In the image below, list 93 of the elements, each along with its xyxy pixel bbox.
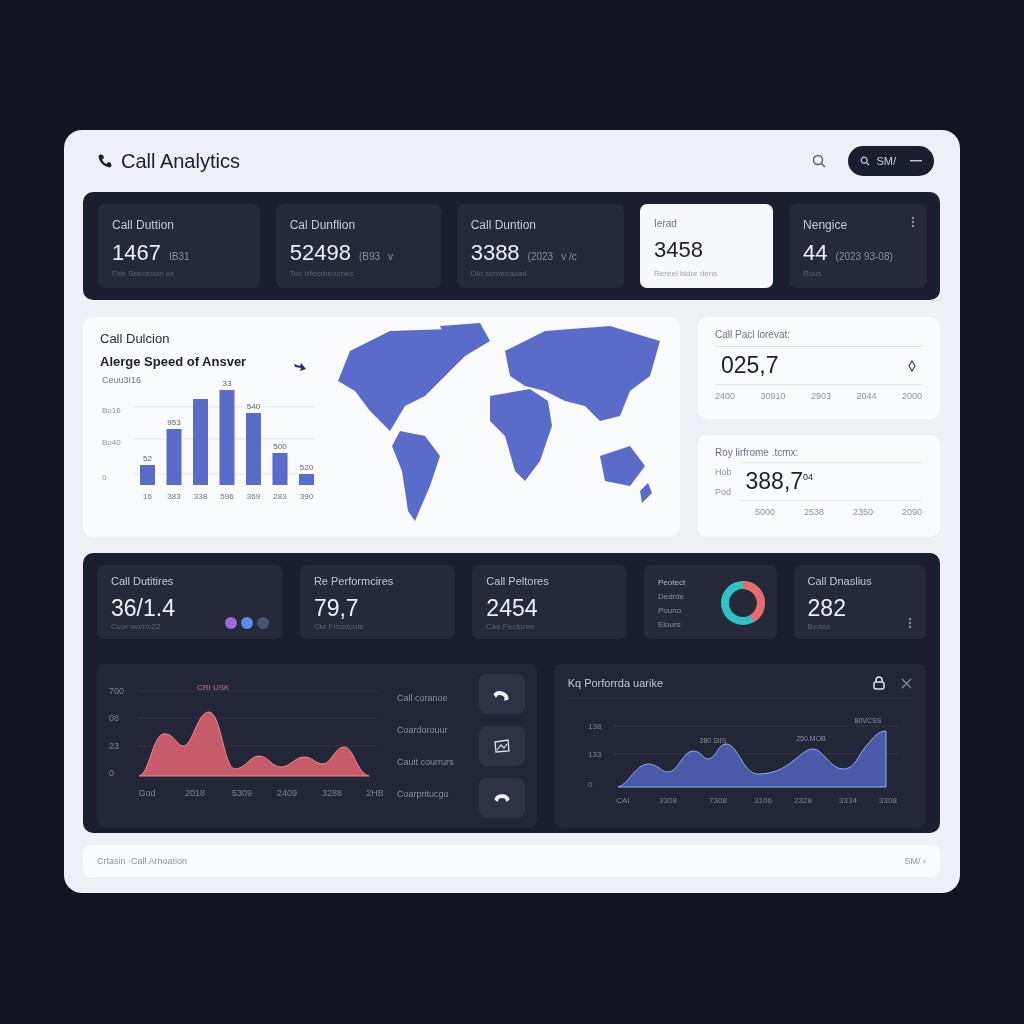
app-title: Call Analytics xyxy=(121,149,240,173)
legend-label: Dedrde xyxy=(658,591,686,601)
axis-tick: 0 xyxy=(109,768,114,778)
axis-label: 2044 xyxy=(856,391,877,401)
legend-label: Cauit courrurs xyxy=(397,757,455,767)
axis-label: 2409 xyxy=(277,788,297,798)
axis-label: 3106 xyxy=(753,796,772,805)
row-label: Pod xyxy=(715,486,732,497)
bar-value-label: 500 xyxy=(273,442,287,451)
kpi-label: Re Performcires xyxy=(313,575,394,587)
axis-label: 383 xyxy=(167,492,181,501)
axis-tick: 138 xyxy=(587,722,601,731)
kpi-value: 79,7 xyxy=(313,595,359,622)
panel-subtitle: Alerge Speed of Ansver xyxy=(100,354,247,369)
trend-text: v xyxy=(388,251,393,262)
stat-value: 3388 xyxy=(470,240,520,266)
panel-title: Call Pacl lorevat: xyxy=(715,329,792,340)
axis-label: CAI xyxy=(615,796,630,805)
stat-label: Call Duntion xyxy=(470,218,537,232)
axis-label: 2090 xyxy=(901,507,922,517)
trend-text: v /c xyxy=(561,251,577,262)
axis-label: 30910 xyxy=(760,391,786,401)
bar-value-label: 953 xyxy=(167,418,181,427)
stat-detail: (B93 xyxy=(358,251,380,262)
panel-title: Call Dulcion xyxy=(100,331,170,346)
axis-tick: Bo16 xyxy=(102,406,121,415)
axis-tick: 133 xyxy=(587,750,601,759)
axis-label: God xyxy=(138,788,156,798)
axis-tick: 0 xyxy=(587,780,593,789)
axis-label: 2018 xyxy=(185,788,205,798)
panel-title: Kq Porforrda uarike xyxy=(567,677,665,689)
stat-value: 388,7$^{04}$ xyxy=(745,468,814,495)
search-button[interactable]: SM/ xyxy=(848,146,934,176)
axis-label: 596 xyxy=(220,492,234,501)
kpi-value: 282 xyxy=(807,595,846,622)
footer-text: Crtasin ·Call Arnoation xyxy=(97,856,188,866)
bar-value-label: 52 xyxy=(143,454,152,463)
legend-label: Pouno xyxy=(658,605,683,615)
axis-label: 2538 xyxy=(804,507,824,517)
axis-label: 369 xyxy=(246,492,261,501)
stat-label: Nengice xyxy=(803,218,848,232)
axis-label: 3308 xyxy=(658,796,677,805)
stat-value: 025,7 xyxy=(721,352,779,379)
bar-value-label: 33 xyxy=(222,379,232,388)
row-label: Hob xyxy=(715,466,732,477)
bar-value-label: 540 xyxy=(246,402,261,411)
axis-label: 338 xyxy=(193,492,208,501)
axis-label: 3308 xyxy=(878,796,897,805)
axis-label: 16 xyxy=(143,492,152,501)
stat-detail: IB31 xyxy=(168,251,190,262)
chart-annotation: CRI USK xyxy=(197,683,230,692)
stat-label: Cal Dunflion xyxy=(289,218,356,232)
axis-tick: 08 xyxy=(109,713,119,723)
axis-title: Ceuu3I16 xyxy=(102,375,142,385)
stat-label: Call Duttion xyxy=(112,218,175,232)
panel-title: Roy lirfrome .tcmx: xyxy=(715,447,800,458)
kpi-value: 36/1.4 xyxy=(111,595,175,622)
stat-value: 44 xyxy=(803,240,828,266)
axis-label: 5309 xyxy=(232,788,252,798)
stat-value: 3458 xyxy=(654,237,704,263)
axis-label: 2350 xyxy=(852,507,873,517)
axis-label: 3288 xyxy=(322,788,342,798)
stat-note: Rereel bidor dens xyxy=(654,269,718,278)
kpi-value: 2454 xyxy=(486,595,538,622)
axis-tick: Bo40 xyxy=(102,438,121,447)
axis-label: 2000 xyxy=(901,391,922,401)
stat-detail: (2023 xyxy=(527,251,554,262)
kpi-label: Call Dutitires xyxy=(111,575,174,587)
stat-value: 1467 xyxy=(112,240,161,266)
axis-label: 2328 xyxy=(793,796,812,805)
axis-tick: 23 xyxy=(109,741,119,751)
axis-label: 3334 xyxy=(838,796,857,805)
legend-label: Call coranoe xyxy=(397,693,449,703)
axis-label: 2400 xyxy=(715,391,736,401)
kpi-label: Call Dnaslius xyxy=(807,575,872,587)
axis-tick: 700 xyxy=(109,686,125,696)
axis-label: 2903 xyxy=(810,391,831,401)
axis-tick: 0 xyxy=(102,473,107,482)
axis-label: 5000 xyxy=(755,507,776,517)
stat-label: Ierad xyxy=(654,218,677,229)
legend-label: Peotect xyxy=(658,577,686,587)
axis-label: 2HB xyxy=(366,788,384,798)
axis-label: 283 xyxy=(273,492,287,501)
stat-detail: (2023 93-08) xyxy=(835,251,893,262)
stat-value: 52498 xyxy=(289,240,351,266)
axis-label: 7308 xyxy=(708,796,727,805)
axis-label: 390 xyxy=(299,492,314,501)
legend-label: Coarpritucgo xyxy=(397,789,450,799)
bar-value-label: 520 xyxy=(299,463,314,472)
kpi-label: Call Peltores xyxy=(486,575,549,587)
legend-label: Elours xyxy=(658,619,682,629)
footer-text: SM/ ‹ xyxy=(904,856,926,866)
legend-label: Coardorouur xyxy=(397,725,449,735)
